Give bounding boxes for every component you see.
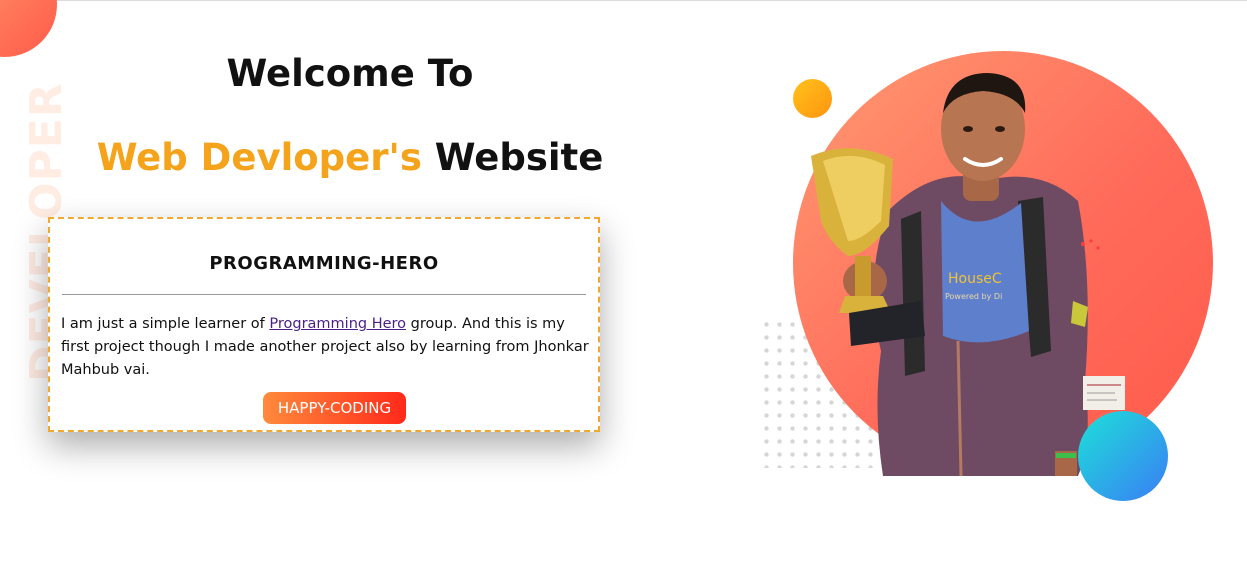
- intro-card: PROGRAMMING-HERO I am just a simple lear…: [48, 217, 600, 432]
- title-accent: Web Devloper's: [96, 136, 422, 179]
- programming-hero-link[interactable]: Programming Hero: [269, 316, 406, 332]
- corner-decoration: [0, 0, 57, 57]
- welcome-heading: Welcome To: [0, 52, 700, 95]
- card-divider: [62, 294, 586, 295]
- happy-coding-button[interactable]: HAPPY-CODING: [263, 392, 406, 424]
- welcome-text: Welcome To: [226, 52, 474, 95]
- title-rest: Website: [421, 136, 604, 179]
- svg-text:Powered by Di: Powered by Di: [945, 292, 1002, 301]
- blue-ball-decoration: [1078, 411, 1168, 501]
- top-divider: [0, 0, 1247, 1]
- card-description: I am just a simple learner of Programmin…: [61, 313, 591, 382]
- card-text-before: I am just a simple learner of: [61, 316, 270, 332]
- svg-text:HouseC: HouseC: [948, 271, 1002, 287]
- page-title: Web Devloper's Website: [0, 136, 700, 179]
- profile-photo: HouseC Powered by Di: [811, 73, 1125, 477]
- card-title: PROGRAMMING-HERO: [209, 253, 439, 274]
